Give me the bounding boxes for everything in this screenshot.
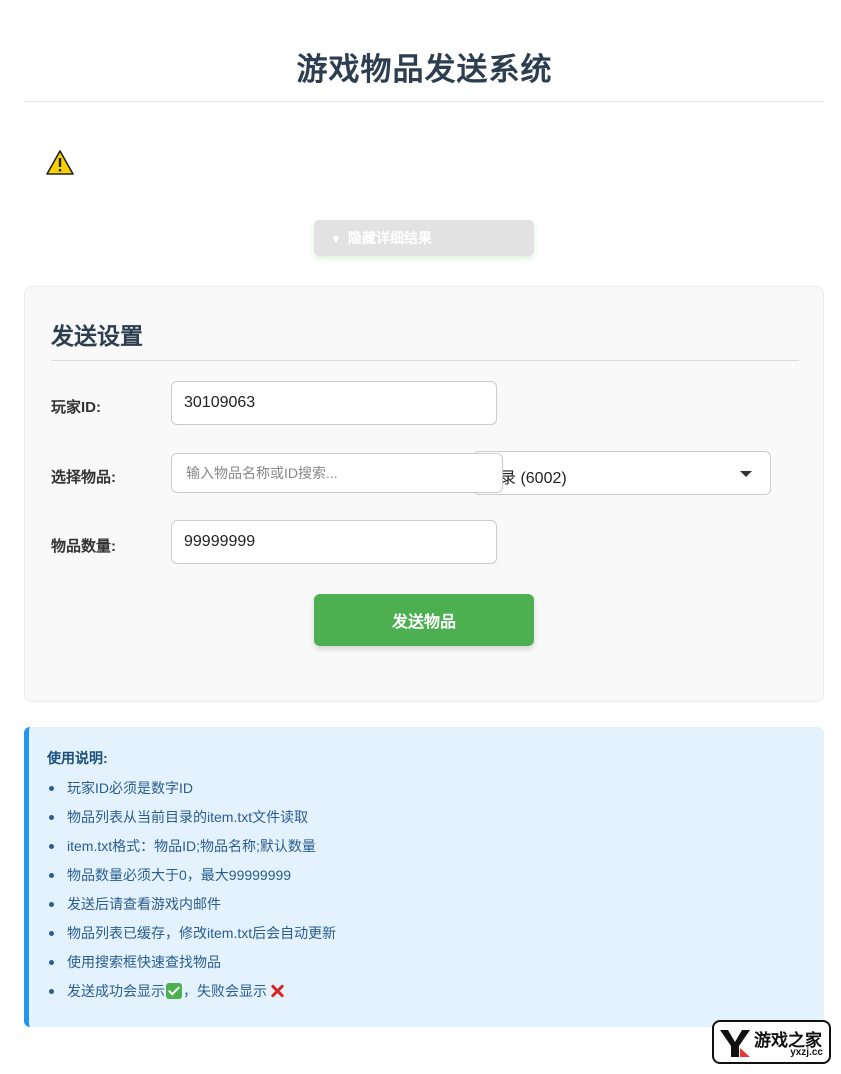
settings-title: 发送设置 <box>51 323 143 349</box>
chevron-down-icon <box>740 471 752 477</box>
instructions-panel: 使用说明: 玩家ID必须是数字ID 物品列表从当前目录的item.txt文件读取… <box>24 727 824 1027</box>
player-id-label: 玩家ID: <box>51 399 101 416</box>
list-item: 玩家ID必须是数字ID <box>48 777 336 806</box>
toggle-details-label: 隐藏详细结果 <box>347 230 432 246</box>
item-select-dropdown[interactable]: 录 (6002) <box>473 451 771 495</box>
list-item: 物品列表已缓存，修改item.txt后会自动更新 <box>48 922 336 951</box>
watermark-en: yxzj.cc <box>790 1047 823 1058</box>
triangle-down-icon: ▼ <box>330 232 342 246</box>
item-select-value: 录 (6002) <box>500 470 567 487</box>
player-id-input[interactable] <box>171 381 497 425</box>
quantity-input[interactable] <box>171 520 497 564</box>
cross-icon <box>269 983 285 999</box>
page-title: 游戏物品发送系统 <box>296 52 553 87</box>
yx-logo-icon <box>720 1030 750 1057</box>
settings-divider <box>51 360 799 361</box>
list-item: 使用搜索框快速查找物品 <box>48 951 336 980</box>
success-text: 发送成功会显示 <box>67 983 165 999</box>
title-divider <box>24 101 824 102</box>
list-item: 发送后请查看游戏内邮件 <box>48 893 336 922</box>
list-item: item.txt格式：物品ID;物品名称;默认数量 <box>48 835 336 864</box>
send-item-button[interactable]: 发送物品 <box>314 594 534 646</box>
item-search-input[interactable] <box>171 453 503 493</box>
list-item: 物品列表从当前目录的item.txt文件读取 <box>48 806 336 835</box>
check-icon <box>166 983 182 999</box>
list-item: 发送成功会显示 ，失败会显示 <box>48 980 336 1009</box>
instructions-list: 玩家ID必须是数字ID 物品列表从当前目录的item.txt文件读取 item.… <box>48 777 336 1009</box>
instructions-title: 使用说明: <box>47 750 108 766</box>
warning-icon <box>46 150 74 175</box>
settings-panel: 发送设置 玩家ID: 选择物品: 录 (6002) 物品数量: 发送物品 <box>24 286 824 702</box>
watermark-logo: 游戏之家 yxzj.cc <box>712 1020 831 1064</box>
toggle-details-button[interactable]: ▼ 隐藏详细结果 <box>314 220 534 256</box>
failure-text: ，失败会显示 <box>183 983 267 999</box>
list-item: 物品数量必须大于0，最大99999999 <box>48 864 336 893</box>
quantity-label: 物品数量: <box>51 538 116 555</box>
item-select-label: 选择物品: <box>51 469 116 486</box>
